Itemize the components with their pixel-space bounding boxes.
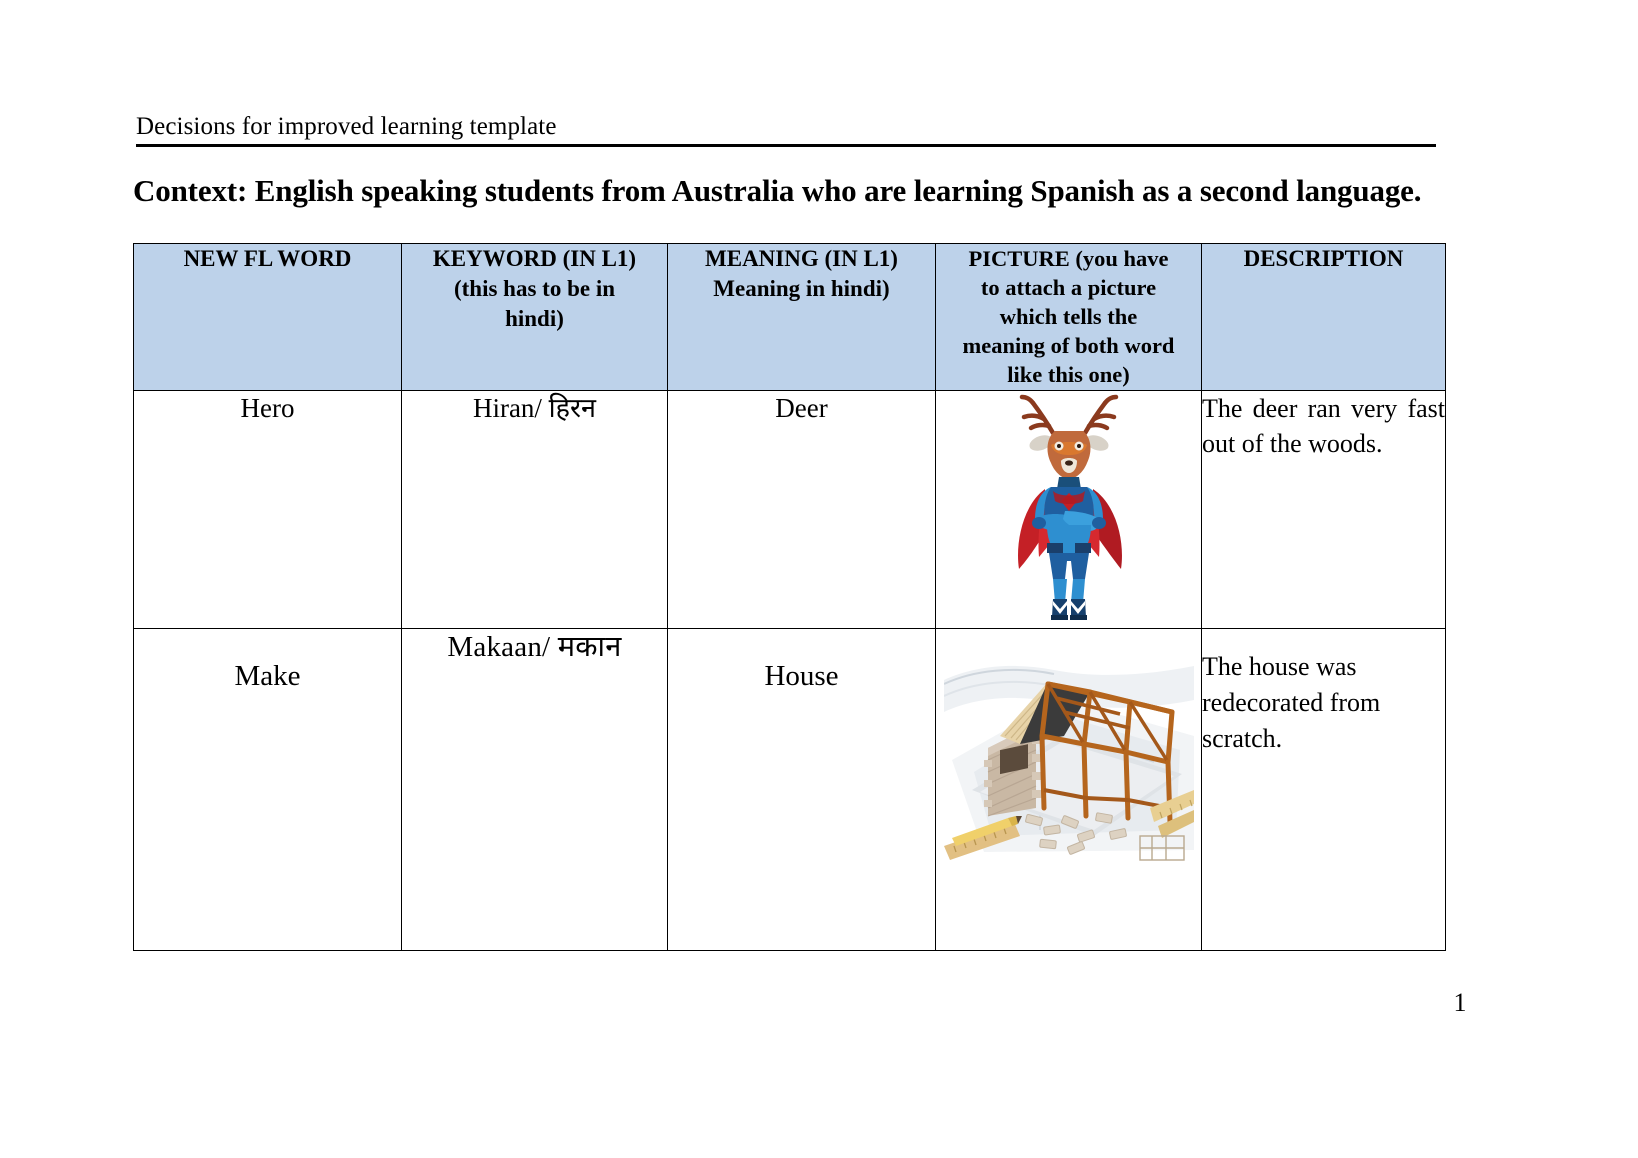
context-heading: Context: English speaking students from … xyxy=(133,173,1422,208)
column-header-line: Meaning in hindi) xyxy=(713,276,890,301)
column-header-description: DESCRIPTION xyxy=(1201,243,1446,391)
cell-new-fl-word: Make xyxy=(133,628,402,951)
column-header-line: like this one) xyxy=(1007,362,1130,387)
table-row: Make Makaan/ मकान House The house was re… xyxy=(133,628,1446,951)
column-header-picture: PICTURE (you have to attach a picture wh… xyxy=(935,243,1202,391)
column-header-line: KEYWORD (IN L1) xyxy=(432,246,637,271)
column-header-line: PICTURE (you have xyxy=(968,246,1169,271)
column-header-line: MEANING (IN L1) xyxy=(705,246,898,271)
document-page: Decisions for improved learning template… xyxy=(0,0,1638,1158)
cell-meaning: Deer xyxy=(667,390,936,629)
table-header: NEW FL WORD KEYWORD (IN L1) (this has to… xyxy=(133,243,1446,391)
cell-new-fl-word: Hero xyxy=(133,390,402,629)
cell-picture xyxy=(935,390,1202,629)
column-header-keyword: KEYWORD (IN L1) (this has to be in hindi… xyxy=(401,243,668,391)
vocabulary-table-wrapper: NEW FL WORD KEYWORD (IN L1) (this has to… xyxy=(133,243,1446,951)
column-header-line: to attach a picture xyxy=(980,275,1157,300)
column-header-line: DESCRIPTION xyxy=(1243,246,1404,271)
vocabulary-table: NEW FL WORD KEYWORD (IN L1) (this has to… xyxy=(133,243,1446,951)
column-header-line: NEW FL WORD xyxy=(183,246,352,271)
column-header-meaning: MEANING (IN L1) Meaning in hindi) xyxy=(667,243,936,391)
house-construction-icon xyxy=(943,640,1194,868)
column-header-line: (this has to be in xyxy=(453,276,616,301)
column-header-new-fl-word: NEW FL WORD xyxy=(133,243,402,391)
cell-picture xyxy=(935,628,1202,951)
header-divider xyxy=(136,144,1436,147)
table-row: Hero Hiran/ हिरन Deer The deer ran very … xyxy=(133,390,1446,629)
cell-description: The house was redecorated from scratch. xyxy=(1201,628,1446,951)
document-header: Decisions for improved learning template xyxy=(136,112,1436,147)
cell-keyword: Hiran/ हिरन xyxy=(401,390,668,629)
table-header-row: NEW FL WORD KEYWORD (IN L1) (this has to… xyxy=(133,243,1446,391)
column-header-line: meaning of both word xyxy=(962,333,1175,358)
column-header-line: hindi) xyxy=(505,306,564,331)
page-number: 1 xyxy=(1453,988,1467,1017)
table-body: Hero Hiran/ हिरन Deer The deer ran very … xyxy=(133,390,1446,951)
cell-description: The deer ran very fast out of the woods. xyxy=(1201,390,1446,629)
column-header-line: which tells the xyxy=(999,304,1138,329)
cell-keyword: Makaan/ मकान xyxy=(401,628,668,951)
cell-meaning: House xyxy=(667,628,936,951)
deer-superhero-icon xyxy=(989,393,1149,621)
header-title: Decisions for improved learning template xyxy=(136,113,557,140)
